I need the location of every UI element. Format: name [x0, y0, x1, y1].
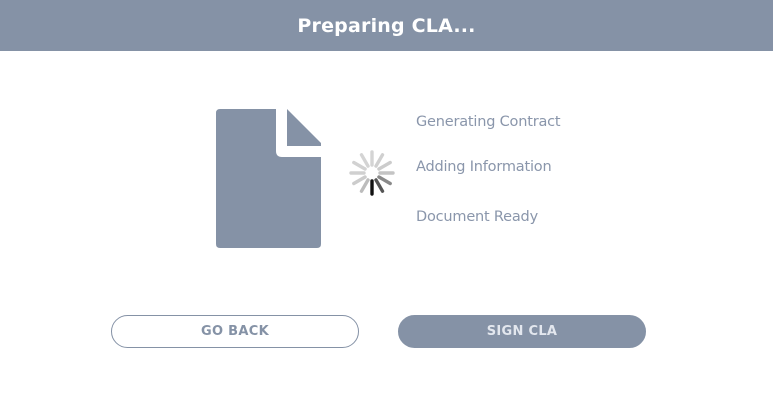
header-bar: Preparing CLA... — [0, 0, 773, 51]
loading-spinner-icon — [349, 150, 395, 196]
document-icon — [216, 109, 321, 248]
step-document-ready: Document Ready — [416, 209, 538, 225]
step-generating-contract: Generating Contract — [416, 114, 561, 130]
sign-cla-button[interactable]: SIGN CLA — [398, 315, 646, 348]
step-adding-information: Adding Information — [416, 159, 552, 175]
preparing-cla-dialog: Preparing CLA... Generating Contract Add… — [0, 0, 773, 400]
go-back-button[interactable]: GO BACK — [111, 315, 359, 348]
page-title: Preparing CLA... — [297, 14, 476, 37]
